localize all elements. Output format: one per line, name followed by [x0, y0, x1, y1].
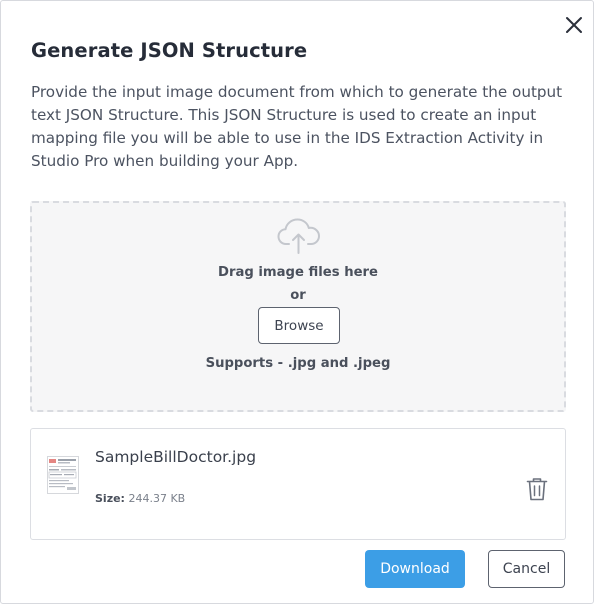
file-size: Size: 244.37 KB [95, 492, 185, 505]
dialog-description: Provide the input image document from wh… [31, 83, 563, 170]
cancel-button[interactable]: Cancel [488, 550, 565, 588]
file-name: SampleBillDoctor.jpg [95, 448, 257, 466]
close-icon [566, 17, 582, 33]
delete-file-button[interactable] [525, 475, 549, 503]
trash-icon [526, 478, 548, 501]
browse-button[interactable]: Browse [258, 307, 340, 344]
drag-instructions: Drag image files here [218, 265, 378, 280]
file-dropzone[interactable]: Drag image files here or Browse Supports… [30, 201, 566, 412]
file-size-label: Size: [95, 492, 125, 505]
document-thumbnail-icon [47, 456, 79, 494]
or-separator: or [290, 288, 306, 303]
file-size-value: 244.37 KB [128, 492, 186, 505]
dialog-title: Generate JSON Structure [31, 39, 308, 62]
generate-json-dialog: Generate JSON Structure Provide the inpu… [0, 0, 594, 604]
uploaded-file-card: SampleBillDoctor.jpg Size: 244.37 KB [30, 428, 566, 540]
close-button[interactable] [562, 13, 586, 37]
supported-formats: Supports - .jpg and .jpeg [205, 356, 391, 371]
download-button[interactable]: Download [365, 550, 465, 588]
cloud-upload-icon [277, 218, 320, 254]
